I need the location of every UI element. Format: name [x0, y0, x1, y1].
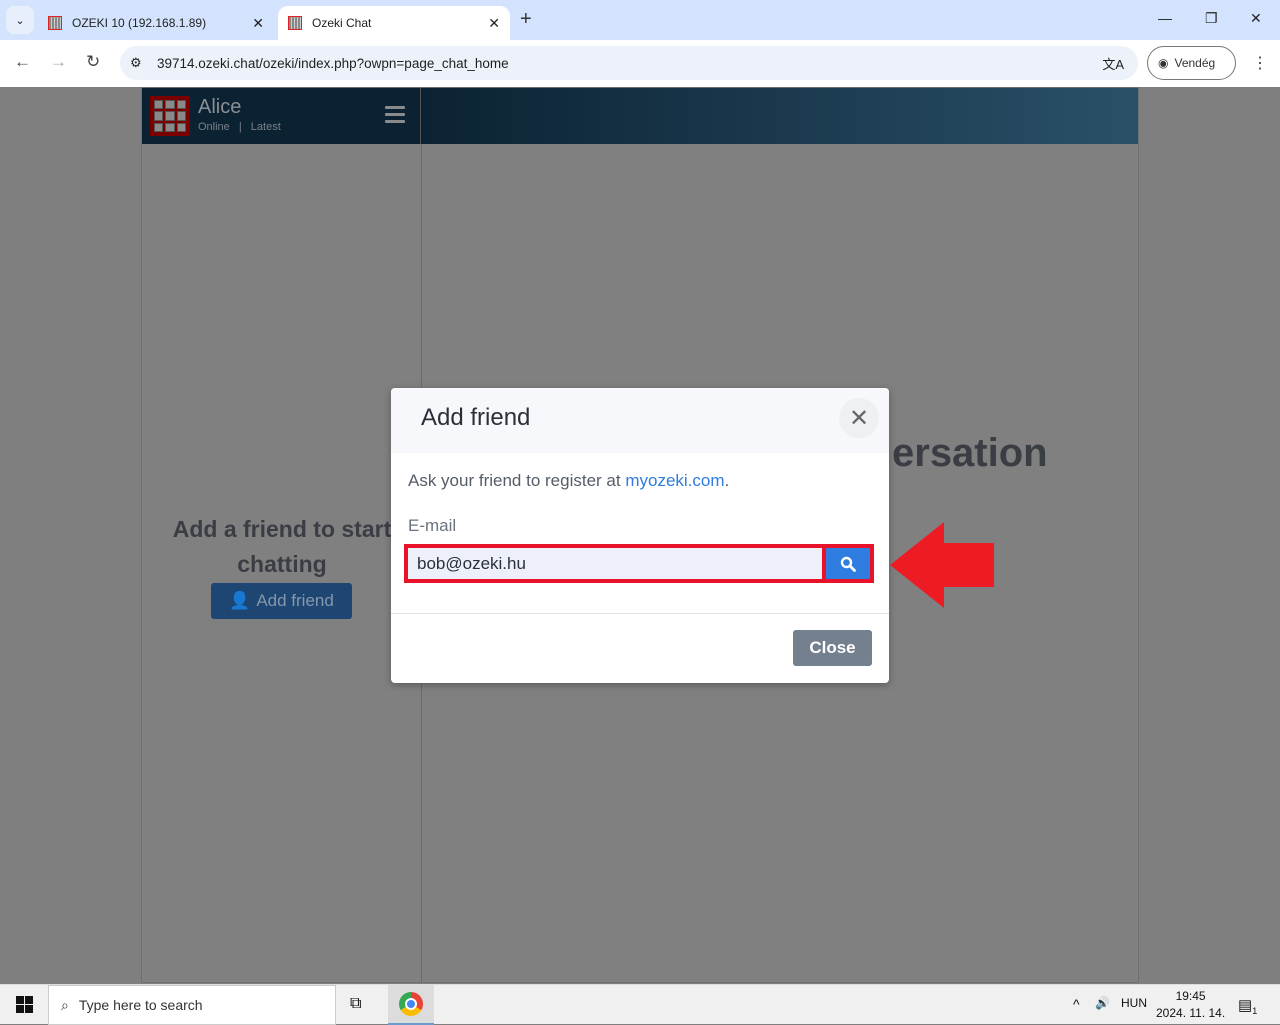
- ozeki-chat-favicon-icon: [288, 16, 302, 30]
- conversation-hint: ersation: [892, 431, 1048, 475]
- minimize-icon[interactable]: —: [1158, 10, 1172, 26]
- sidebar-header: Alice Online | Latest: [142, 88, 421, 144]
- empty-friends-message: Add a friend to start chatting: [162, 512, 402, 582]
- tab-title: OZEKI 10 (192.168.1.89): [72, 16, 207, 30]
- close-icon[interactable]: ✕: [839, 398, 879, 438]
- myozeki-link[interactable]: myozeki.com: [625, 471, 724, 490]
- conversation-header: [421, 88, 1138, 144]
- modal-footer-divider: [391, 613, 889, 614]
- tab-title: Ozeki Chat: [312, 16, 372, 30]
- hint-text: Ask your friend to register at: [408, 471, 626, 490]
- restore-icon[interactable]: ❐: [1205, 10, 1218, 27]
- new-tab-icon[interactable]: +: [520, 8, 532, 31]
- close-button[interactable]: Close: [793, 630, 872, 666]
- hint-suffix: .: [724, 471, 730, 490]
- taskbar-search[interactable]: ⌕ Type here to search: [48, 985, 336, 1025]
- modal-header: Add friend ✕: [391, 388, 889, 453]
- ozeki-logo: [150, 96, 190, 136]
- translate-icon[interactable]: 文A: [1102, 54, 1124, 73]
- time: 19:45: [1175, 989, 1206, 1003]
- chrome-taskbar-button[interactable]: [388, 985, 434, 1025]
- search-placeholder: Type here to search: [78, 997, 203, 1013]
- more-menu-icon[interactable]: ⋮: [1252, 53, 1268, 73]
- tab-ozeki-chat[interactable]: Ozeki Chat ✕: [278, 6, 510, 40]
- site-settings-icon[interactable]: ⚙: [130, 55, 142, 71]
- tab-ozeki-10[interactable]: OZEKI 10 (192.168.1.89) ✕: [38, 6, 274, 40]
- tray-chevron-icon[interactable]: ^: [1073, 996, 1080, 1012]
- notification-icon[interactable]: ▤1: [1238, 996, 1257, 1016]
- task-view-icon[interactable]: ⧉: [350, 995, 361, 1013]
- add-friend-label: Add friend: [256, 591, 334, 610]
- date: 2024. 11. 14.: [1156, 1006, 1226, 1020]
- email-label: E-mail: [408, 516, 457, 535]
- separator: |: [238, 121, 242, 133]
- chrome-icon: [399, 992, 423, 1016]
- email-field[interactable]: [408, 548, 826, 579]
- add-friend-button[interactable]: 👤 Add friend: [211, 583, 352, 619]
- browser-tab-bar: ⌄ OZEKI 10 (192.168.1.89) ✕ Ozeki Chat ✕…: [0, 0, 1280, 40]
- empty-line-2: chatting: [237, 551, 327, 577]
- windows-taskbar: ⌕ Type here to search ⧉ ^ 🔊 HUN 19:45 20…: [0, 984, 1280, 1025]
- url-bar[interactable]: ⚙ 39714.ozeki.chat/ozeki/index.php?owpn=…: [120, 46, 1138, 80]
- volume-icon[interactable]: 🔊: [1095, 996, 1110, 1010]
- add-user-icon: 👤: [229, 591, 251, 610]
- clock[interactable]: 19:45 2024. 11. 14.: [1156, 988, 1225, 1022]
- search-button[interactable]: [826, 548, 870, 579]
- notification-count: 1: [1252, 1006, 1258, 1016]
- close-tab-icon[interactable]: ✕: [488, 15, 500, 32]
- tab-search-button[interactable]: ⌄: [6, 6, 34, 34]
- empty-line-1: Add a friend to start: [172, 516, 392, 542]
- windows-start-icon[interactable]: [16, 996, 33, 1013]
- profile-button[interactable]: ◉ Vendég: [1147, 46, 1236, 80]
- annotation-arrow-icon: [890, 522, 994, 608]
- back-icon[interactable]: ←: [14, 52, 31, 72]
- profile-icon: ◉: [1158, 56, 1169, 70]
- search-icon: ⌕: [61, 996, 69, 1013]
- user-status-row: Online | Latest: [198, 121, 281, 133]
- user-name: Alice: [198, 96, 242, 118]
- modal-title: Add friend: [421, 404, 531, 431]
- profile-label: Vendég: [1174, 56, 1216, 70]
- reload-icon[interactable]: ↻: [86, 52, 100, 72]
- email-input-group: [404, 544, 874, 583]
- search-icon: [840, 556, 856, 572]
- close-window-icon[interactable]: ✕: [1250, 10, 1262, 27]
- user-status: Online: [198, 121, 230, 133]
- url-text: 39714.ozeki.chat/ozeki/index.php?owpn=pa…: [157, 55, 509, 71]
- address-bar-row: ← → ↻ ⚙ 39714.ozeki.chat/ozeki/index.php…: [0, 40, 1280, 87]
- close-tab-icon[interactable]: ✕: [252, 15, 264, 32]
- latest-filter[interactable]: Latest: [251, 121, 281, 133]
- forward-icon[interactable]: →: [50, 52, 67, 72]
- language-indicator[interactable]: HUN: [1121, 996, 1147, 1010]
- add-friend-modal: Add friend ✕ Ask your friend to register…: [391, 388, 889, 683]
- register-hint: Ask your friend to register at myozeki.c…: [408, 471, 729, 491]
- ozeki-favicon-icon: [48, 16, 62, 30]
- hamburger-menu-icon[interactable]: [385, 106, 405, 127]
